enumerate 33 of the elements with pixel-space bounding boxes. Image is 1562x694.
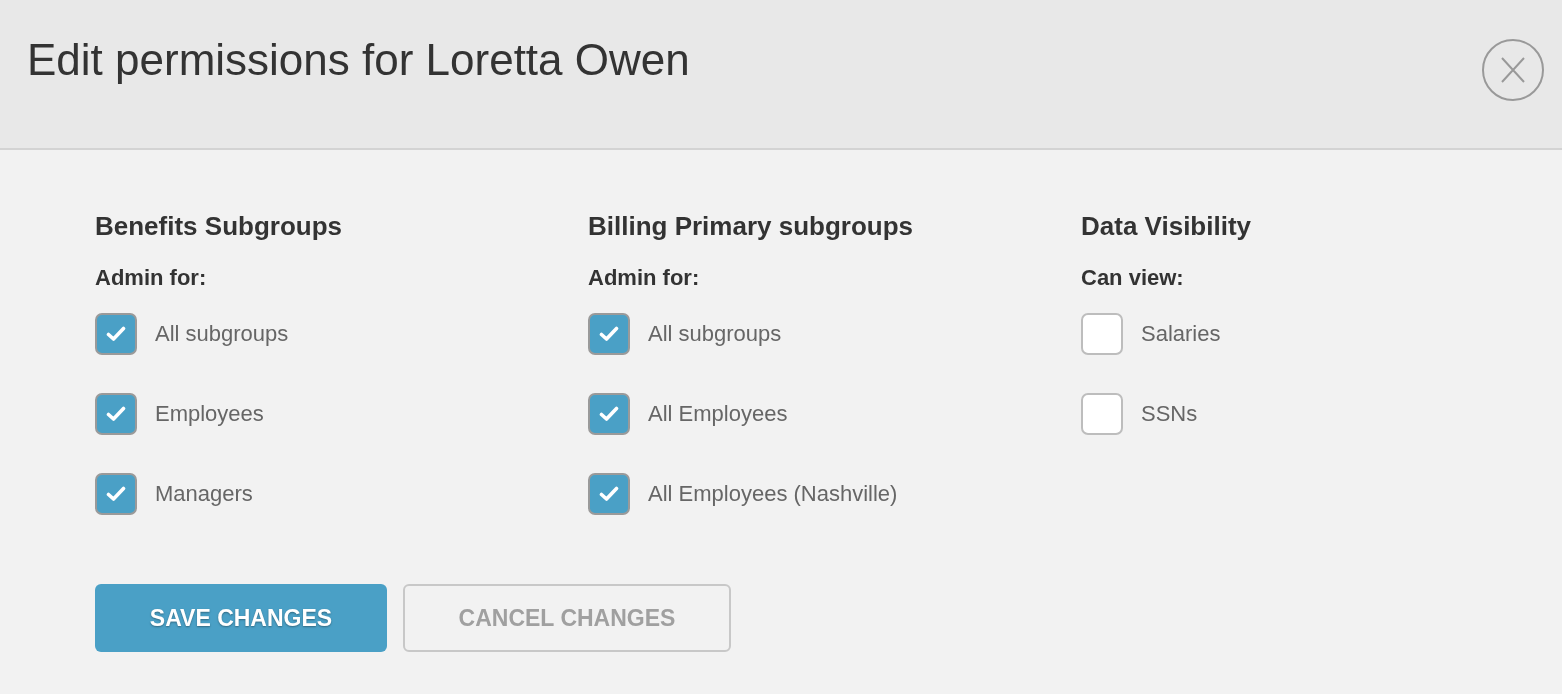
check-icon (599, 406, 619, 422)
checkbox-label: All subgroups (648, 320, 782, 348)
checkbox-label: All Employees (Nashville) (648, 480, 898, 508)
check-icon (106, 406, 126, 422)
checkbox-label: Salaries (1141, 320, 1221, 348)
check-icon (106, 486, 126, 502)
save-button[interactable]: SAVE CHANGES (95, 584, 387, 652)
section-subheading: Admin for: (95, 264, 207, 292)
checkbox[interactable] (95, 473, 137, 515)
checkbox-label: Managers (155, 480, 253, 508)
checkbox-label: Employees (155, 400, 264, 428)
check-icon (599, 486, 619, 502)
check-icon (106, 326, 126, 342)
cancel-button[interactable]: CANCEL CHANGES (403, 584, 731, 652)
dialog-title: Edit permissions for Loretta Owen (27, 34, 690, 86)
close-icon (1501, 57, 1525, 83)
close-button[interactable] (1482, 39, 1544, 101)
checkbox[interactable] (95, 393, 137, 435)
checkbox[interactable] (1081, 393, 1123, 435)
section-subheading: Admin for: (588, 264, 700, 292)
checkbox-label: All subgroups (155, 320, 289, 348)
checkbox-label: All Employees (648, 400, 788, 428)
checkbox[interactable] (588, 393, 630, 435)
section-heading: Data Visibility (1081, 210, 1252, 242)
section-heading: Billing Primary subgroups (588, 210, 914, 242)
checkbox[interactable] (588, 313, 630, 355)
checkbox-label: SSNs (1141, 400, 1198, 428)
check-icon (599, 326, 619, 342)
section-subheading: Can view: (1081, 264, 1184, 292)
checkbox[interactable] (588, 473, 630, 515)
checkbox[interactable] (1081, 313, 1123, 355)
section-heading: Benefits Subgroups (95, 210, 342, 242)
checkbox[interactable] (95, 313, 137, 355)
